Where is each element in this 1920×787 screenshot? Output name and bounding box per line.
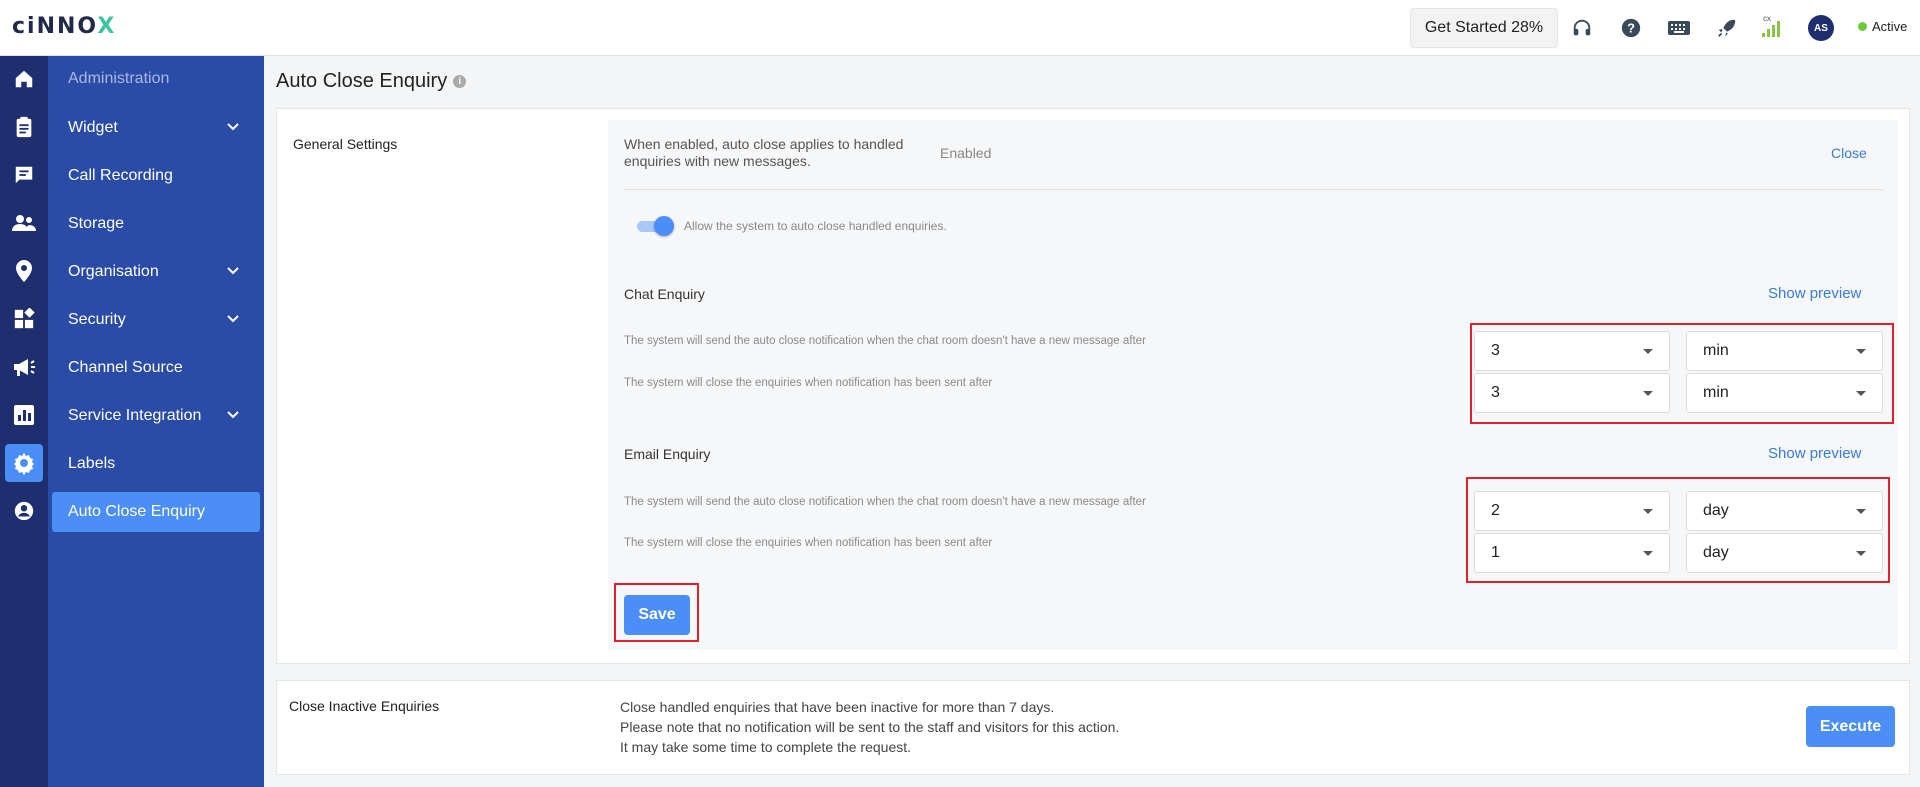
sidebar-item-label: Widget [68,119,118,136]
chat-show-preview-link[interactable]: Show preview [1768,285,1861,302]
icon-rail [0,56,48,787]
sidebar-item-organisation[interactable]: Organisation [52,252,260,292]
auto-close-description: When enabled, auto close applies to hand… [624,136,904,169]
sidebar-item-label: Storage [68,215,125,232]
avatar[interactable]: AS [1808,15,1834,41]
status-indicator[interactable]: Active [1858,19,1907,34]
chat-notify-hint: The system will send the auto close noti… [624,335,1146,347]
general-settings-label: General Settings [293,136,398,152]
email-show-preview-link[interactable]: Show preview [1768,445,1861,462]
sidebar-item-labels[interactable]: Labels [52,444,260,484]
sidebar-item-label: Labels [68,455,116,472]
people-icon[interactable] [5,204,43,242]
toggle-label: Allow the system to auto close handled e… [684,219,947,233]
rocket-icon[interactable] [1713,14,1741,42]
enabled-state: Enabled [940,145,992,161]
sidebar-item-security[interactable]: Security [52,300,260,340]
sidebar-item-call-recording[interactable]: Call Recording [52,156,260,196]
sidebar-item-widget[interactable]: Widget [52,108,260,148]
close-link[interactable]: Close [1831,145,1867,161]
top-bar: ciNNOX Get Started 28% ? cx AS Active [0,0,1920,56]
close-inactive-line: Close handled enquiries that have been i… [620,699,1055,715]
save-highlight-box [614,583,699,642]
megaphone-icon[interactable] [5,348,43,386]
sidebar-item-label: Security [68,311,126,328]
sidebar-item-label: Service Integration [68,407,202,424]
svg-text:?: ? [1627,21,1635,36]
sidebar-item-channel-source[interactable]: Channel Source [52,348,260,388]
email-close-hint: The system will close the enquiries when… [624,537,993,549]
close-inactive-label: Close Inactive Enquiries [289,698,440,714]
sidebar-item-auto-close-enquiry[interactable]: Auto Close Enquiry [52,492,260,532]
home-icon[interactable] [5,60,43,98]
email-notify-hint: The system will send the auto close noti… [624,496,1146,508]
divider [624,189,1884,190]
signal-icon[interactable] [1758,14,1786,42]
auto-close-toggle[interactable] [637,216,674,236]
status-label: Active [1872,19,1908,34]
chart-icon[interactable] [5,396,43,434]
close-inactive-line: It may take some time to complete the re… [620,739,912,755]
close-inactive-line: Please note that no notification will be… [620,719,1120,735]
sidebar-item-service-integration[interactable]: Service Integration [52,396,260,436]
widgets-icon[interactable] [5,300,43,338]
sidebar-item-label: Auto Close Enquiry [68,503,205,520]
cinnox-logo[interactable]: ciNNOX [12,14,116,39]
chat-enquiry-title: Chat Enquiry [624,286,705,302]
page-title-text: Auto Close Enquiry [276,70,448,92]
location-icon[interactable] [5,252,43,290]
clipboard-icon[interactable] [5,108,43,146]
status-dot-icon [1858,22,1867,31]
sidebar-item-label: Organisation [68,263,159,280]
toggle-knob [654,216,674,236]
info-icon[interactable]: i [453,75,467,88]
close-inactive-text: Close handled enquiries that have been i… [620,697,1119,757]
get-started-button[interactable]: Get Started 28% [1410,8,1558,48]
sidebar-title: Administration [68,70,170,87]
page-title: Auto Close Enquiry i [276,70,467,93]
sidebar-item-label: Call Recording [68,167,173,184]
chat-icon[interactable] [5,156,43,194]
chevron-down-icon [227,123,239,131]
sidebar-item-label: Channel Source [68,359,183,376]
email-enquiry-title: Email Enquiry [624,446,711,462]
chevron-down-icon [227,315,239,323]
chat-highlight-box [1470,323,1894,424]
sidebar-item-storage[interactable]: Storage [52,204,260,244]
chat-close-hint: The system will close the enquiries when… [624,377,993,389]
execute-button[interactable]: Execute [1806,706,1895,747]
gear-icon[interactable] [5,444,43,482]
headset-icon[interactable] [1568,14,1596,42]
help-icon[interactable]: ? [1617,14,1645,42]
email-highlight-box [1466,477,1890,583]
sidebar: Administration Widget Call Recording Sto… [48,56,264,787]
keyboard-icon[interactable] [1665,14,1693,42]
account-icon[interactable] [5,492,43,530]
chevron-down-icon [227,267,239,275]
chevron-down-icon [227,411,239,419]
